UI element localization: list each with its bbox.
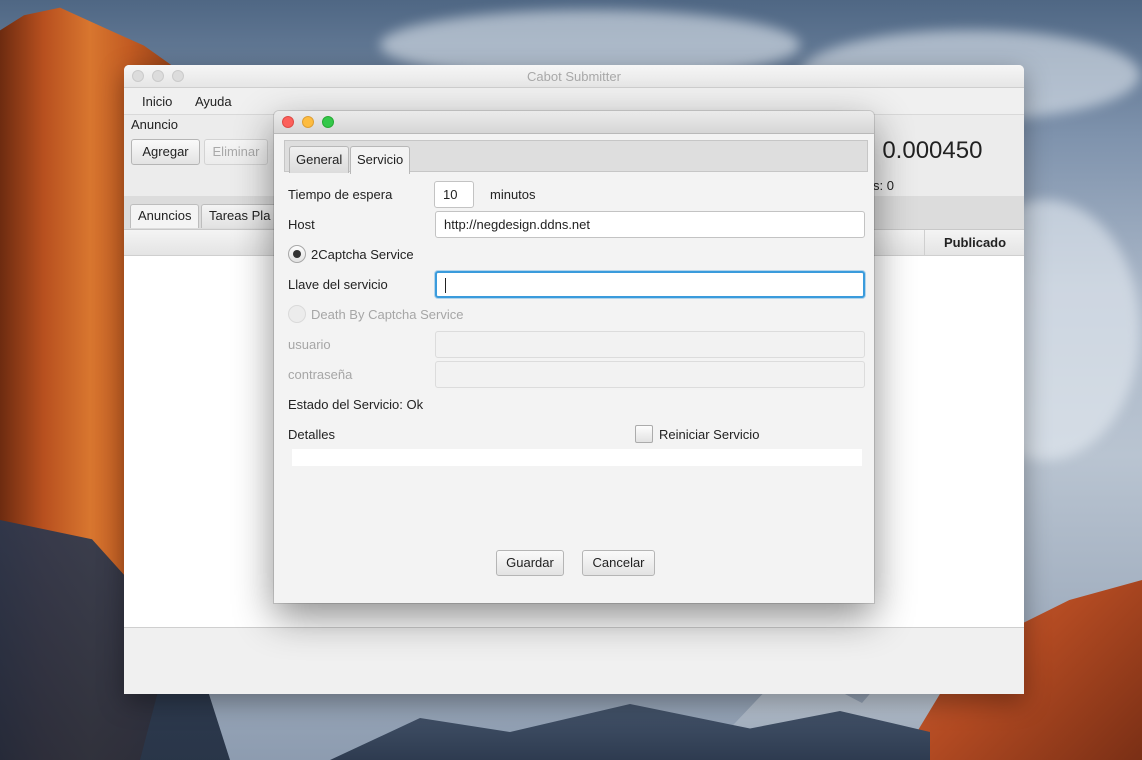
option-2captcha-label[interactable]: 2Captcha Service — [311, 247, 414, 262]
host-label: Host — [288, 217, 315, 232]
option-deathbycaptcha-label[interactable]: Death By Captcha Service — [311, 307, 463, 322]
text-caret — [445, 278, 446, 293]
secondary-value: s: 0 — [873, 178, 894, 193]
timeout-unit: minutos — [490, 187, 536, 202]
details-text-area[interactable] — [292, 449, 862, 466]
column-publicado[interactable]: Publicado — [924, 230, 1024, 255]
radio-deathbycaptcha[interactable] — [288, 305, 306, 323]
dialog-titlebar[interactable] — [274, 111, 874, 134]
restart-service-checkbox[interactable] — [635, 425, 653, 443]
main-window-titlebar[interactable]: Cabot Submitter — [124, 65, 1024, 88]
menu-inicio[interactable]: Inicio — [142, 94, 172, 109]
timeout-input[interactable]: 10 — [434, 181, 474, 208]
section-label-anuncio: Anuncio — [131, 117, 178, 132]
service-key-input[interactable] — [435, 271, 865, 298]
settings-dialog: General Servicio Tiempo de espera 10 min… — [274, 111, 874, 603]
service-key-label: Llave del servicio — [288, 277, 388, 292]
balance-value: : 0.000450 — [869, 137, 983, 164]
main-window-footer — [124, 627, 1024, 694]
save-button[interactable]: Guardar — [496, 550, 564, 576]
dialog-tab-strip: General Servicio — [284, 140, 868, 174]
menu-ayuda[interactable]: Ayuda — [195, 94, 232, 109]
delete-button[interactable]: Eliminar — [204, 139, 268, 165]
service-status: Estado del Servicio: Ok — [288, 397, 424, 412]
timeout-label: Tiempo de espera — [288, 187, 393, 202]
tab-tareas[interactable]: Tareas Pla — [201, 204, 281, 228]
add-button[interactable]: Agregar — [131, 139, 200, 165]
user-label: usuario — [288, 337, 331, 352]
host-input[interactable]: http://negdesign.ddns.net — [435, 211, 865, 238]
close-icon[interactable] — [282, 116, 294, 128]
cancel-button[interactable]: Cancelar — [582, 550, 655, 576]
password-input[interactable] — [435, 361, 865, 388]
details-label: Detalles — [288, 427, 335, 442]
radio-2captcha[interactable] — [288, 245, 306, 263]
restart-service-label[interactable]: Reiniciar Servicio — [659, 427, 759, 442]
minimize-icon[interactable] — [302, 116, 314, 128]
window-title: Cabot Submitter — [527, 69, 621, 84]
tab-servicio[interactable]: Servicio — [350, 146, 411, 174]
tab-general[interactable]: General — [289, 146, 350, 173]
maximize-icon[interactable] — [322, 116, 334, 128]
tab-anuncios[interactable]: Anuncios — [130, 204, 200, 228]
radio-selected-dot — [293, 250, 301, 258]
password-label: contraseña — [288, 367, 353, 382]
user-input[interactable] — [435, 331, 865, 358]
